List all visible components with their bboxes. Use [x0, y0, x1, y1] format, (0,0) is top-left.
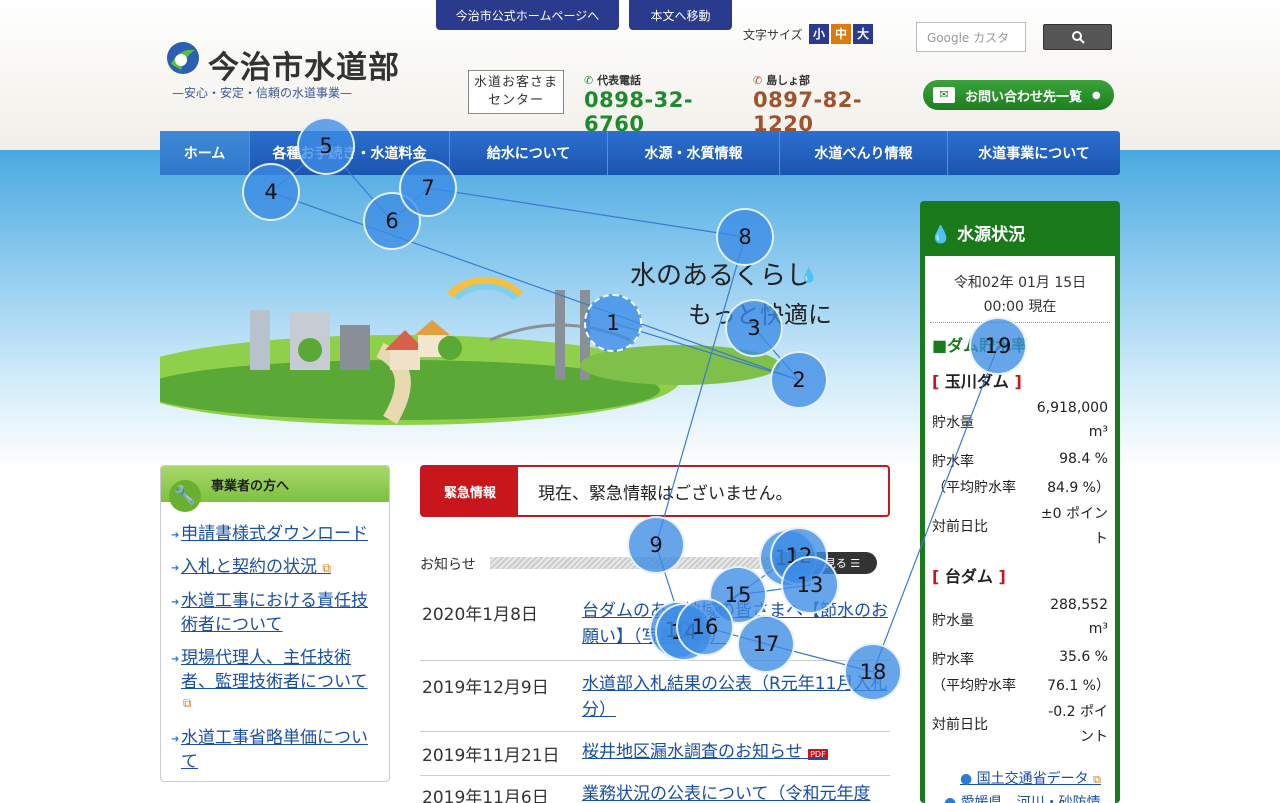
marker-16: 16	[676, 598, 734, 656]
marker-9: 9	[627, 516, 685, 574]
marker-19: 19	[969, 317, 1027, 375]
marker-13: 13	[781, 556, 839, 614]
marker-7: 7	[399, 159, 457, 217]
marker-18: 18	[844, 643, 902, 701]
marker-2: 2	[770, 351, 828, 409]
marker-1: 1	[584, 294, 642, 352]
marker-path-lines	[270, 145, 999, 673]
marker-4: 4	[242, 163, 300, 221]
marker-3: 3	[725, 299, 783, 357]
marker-5: 5	[297, 117, 355, 175]
marker-8: 8	[716, 208, 774, 266]
marker-17: 17	[737, 615, 795, 673]
